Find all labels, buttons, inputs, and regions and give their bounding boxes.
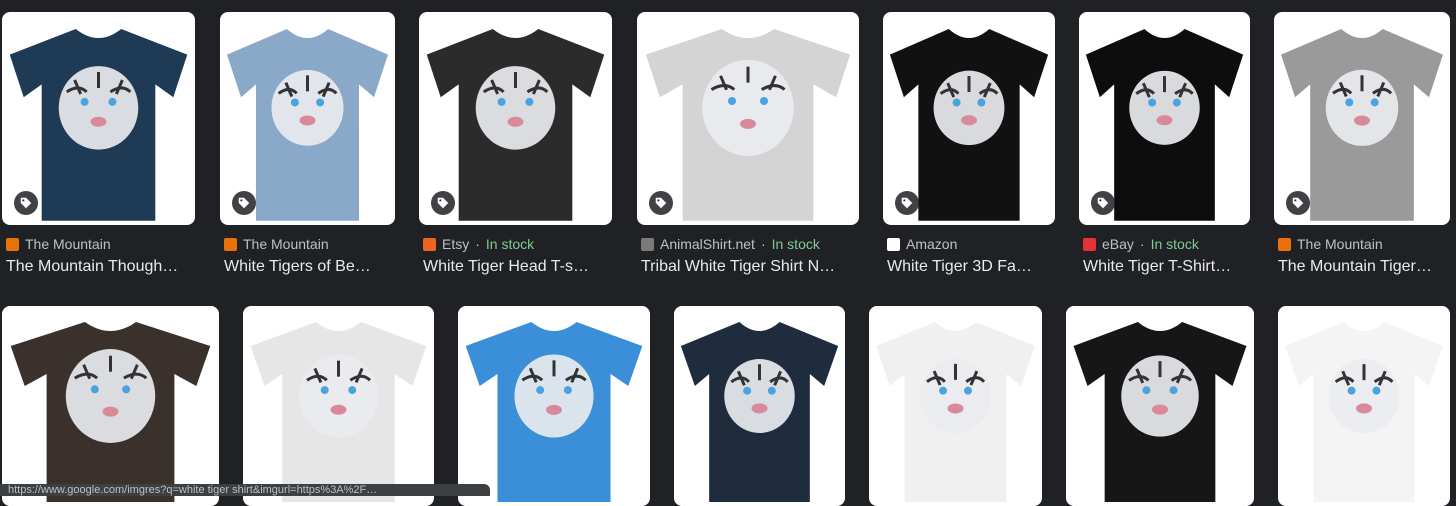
source-name: The Mountain (25, 236, 111, 252)
product-tag-icon (14, 191, 38, 215)
result-thumbnail[interactable] (1079, 12, 1250, 225)
product-tag-icon (1091, 191, 1115, 215)
product-tag-icon (232, 191, 256, 215)
stock-separator: · (475, 236, 480, 252)
product-tag-icon (895, 191, 919, 215)
source-name: AnimalShirt.net (660, 236, 755, 252)
source-favicon-icon (641, 237, 654, 251)
source-favicon-icon (224, 237, 237, 251)
result-title[interactable]: The Mountain Though… (6, 258, 193, 276)
source-favicon-icon (1278, 237, 1291, 251)
source-name: The Mountain (1297, 236, 1383, 252)
source-name: Amazon (906, 236, 958, 252)
stock-status: In stock (1150, 236, 1199, 252)
result-thumbnail[interactable] (883, 12, 1055, 225)
stock-status: In stock (485, 236, 535, 252)
source-name: Etsy (442, 236, 470, 252)
result-source[interactable]: AnimalShirt.net · In stock (641, 236, 820, 252)
source-name: eBay (1102, 236, 1134, 252)
product-tag-icon (1286, 191, 1310, 215)
result-thumbnail[interactable] (674, 306, 845, 506)
result-title[interactable]: White Tigers of Be… (224, 258, 393, 276)
result-source[interactable]: Etsy · In stock (423, 236, 534, 252)
result-title[interactable]: White Tiger Head T-s… (423, 258, 610, 276)
stock-status: In stock (771, 236, 820, 252)
product-tag-icon (431, 191, 455, 215)
result-source[interactable]: eBay · In stock (1083, 236, 1199, 252)
stock-separator: · (1139, 236, 1145, 252)
result-title[interactable]: The Mountain Tiger… (1278, 258, 1448, 276)
product-tag-icon (649, 191, 673, 215)
result-thumbnail[interactable] (1274, 12, 1450, 225)
result-thumbnail[interactable] (2, 306, 219, 506)
source-name: The Mountain (243, 236, 329, 252)
result-title[interactable]: White Tiger T-Shirt… (1083, 258, 1248, 276)
result-thumbnail[interactable] (458, 306, 650, 506)
result-thumbnail[interactable] (869, 306, 1042, 506)
result-thumbnail[interactable] (1066, 306, 1254, 506)
result-source[interactable]: The Mountain (6, 236, 111, 252)
stock-separator: · (760, 236, 766, 252)
result-title[interactable]: Tribal White Tiger Shirt N… (641, 258, 857, 276)
result-thumbnail[interactable] (243, 306, 434, 506)
source-favicon-icon (1083, 237, 1096, 251)
result-thumbnail[interactable] (220, 12, 395, 225)
result-source[interactable]: The Mountain (224, 236, 329, 252)
result-source[interactable]: Amazon (887, 236, 957, 252)
result-thumbnail[interactable] (637, 12, 859, 225)
result-thumbnail[interactable] (2, 12, 195, 225)
result-title[interactable]: White Tiger 3D Fa… (887, 258, 1053, 276)
source-favicon-icon (6, 237, 19, 251)
source-favicon-icon (423, 237, 436, 251)
source-favicon-icon (887, 237, 900, 251)
result-thumbnail[interactable] (419, 12, 612, 225)
result-source[interactable]: The Mountain (1278, 236, 1383, 252)
result-thumbnail[interactable] (1278, 306, 1450, 506)
status-bar-url: https://www.google.com/imgres?q=white ti… (0, 484, 490, 496)
